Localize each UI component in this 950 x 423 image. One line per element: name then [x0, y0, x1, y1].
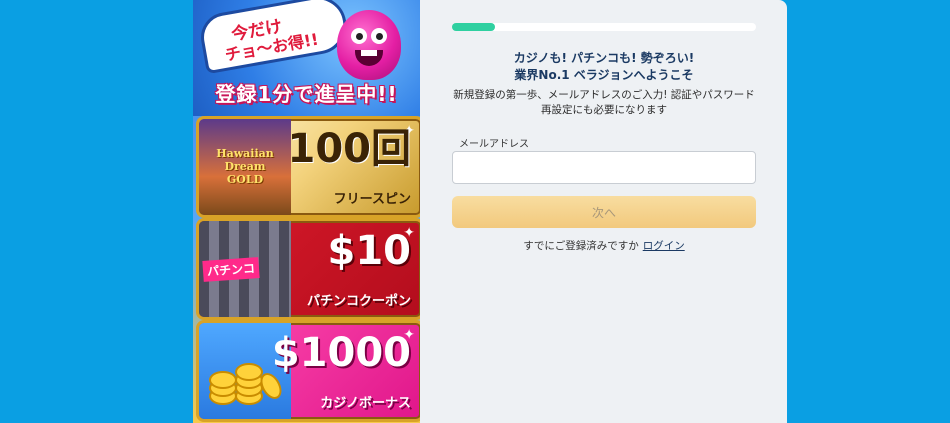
- slot-game-image: Hawaiian Dream GOLD: [199, 119, 291, 215]
- instruction-text: 新規登録の第一歩、メールアドレスのご入力! 認証やパスワード 再設定にも必要にな…: [452, 88, 756, 118]
- promo-card-amount: $1000: [271, 330, 411, 376]
- next-button[interactable]: 次へ: [452, 196, 756, 228]
- promo-card-label: カジノボーナス: [320, 396, 411, 411]
- login-prompt: すでにご登録済みですか ログイン: [452, 238, 756, 253]
- progress-fill: [452, 23, 495, 31]
- promo-card-label: パチンコクーポン: [306, 294, 411, 309]
- promo-card-amount: 100回: [287, 126, 412, 172]
- registration-modal: 今だけ チョ〜お得!! 登録1分で進呈中!! Hawaiian Dream GO…: [193, 0, 787, 423]
- promo-card-casino-bonus: ✦ $1000 カジノボーナス: [196, 320, 420, 422]
- promo-card-pachinko: パチンコ ✦ $10 パチンコクーポン: [196, 218, 420, 320]
- login-prompt-text: すでにご登録済みですか: [523, 240, 639, 252]
- subtext-line-2: 再設定にも必要になります: [541, 104, 667, 116]
- promo-card-free-spins: Hawaiian Dream GOLD ✦ 100回 フリースピン: [196, 116, 420, 218]
- promo-card-label: フリースピン: [333, 192, 411, 207]
- login-link[interactable]: ログイン: [643, 240, 685, 252]
- promo-panel: 今だけ チョ〜お得!! 登録1分で進呈中!! Hawaiian Dream GO…: [193, 0, 420, 423]
- pachinko-image: パチンコ: [199, 221, 291, 317]
- email-label: メールアドレス: [459, 139, 529, 150]
- email-field[interactable]: [452, 151, 756, 184]
- speech-bubble: 今だけ チョ〜お得!!: [197, 0, 351, 75]
- promo-card-amount: $10: [327, 228, 412, 274]
- promo-banner: 登録1分で進呈中!!: [215, 82, 398, 106]
- progress-bar: [452, 23, 756, 31]
- game-logo: Hawaiian Dream GOLD: [216, 147, 274, 186]
- headline-line-2: 業界No.1 ベラジョンへようこそ: [514, 68, 694, 82]
- mascot-icon: [337, 10, 401, 80]
- coin-icon: [209, 353, 286, 405]
- welcome-headline: カジノも! パチンコも! 勢ぞろい! 業界No.1 ベラジョンへようこそ: [452, 50, 756, 84]
- subtext-line-1: 新規登録の第一歩、メールアドレスのご入力! 認証やパスワード: [453, 89, 755, 101]
- headline-line-1: カジノも! パチンコも! 勢ぞろい!: [513, 51, 695, 65]
- pachinko-tag: パチンコ: [202, 257, 260, 282]
